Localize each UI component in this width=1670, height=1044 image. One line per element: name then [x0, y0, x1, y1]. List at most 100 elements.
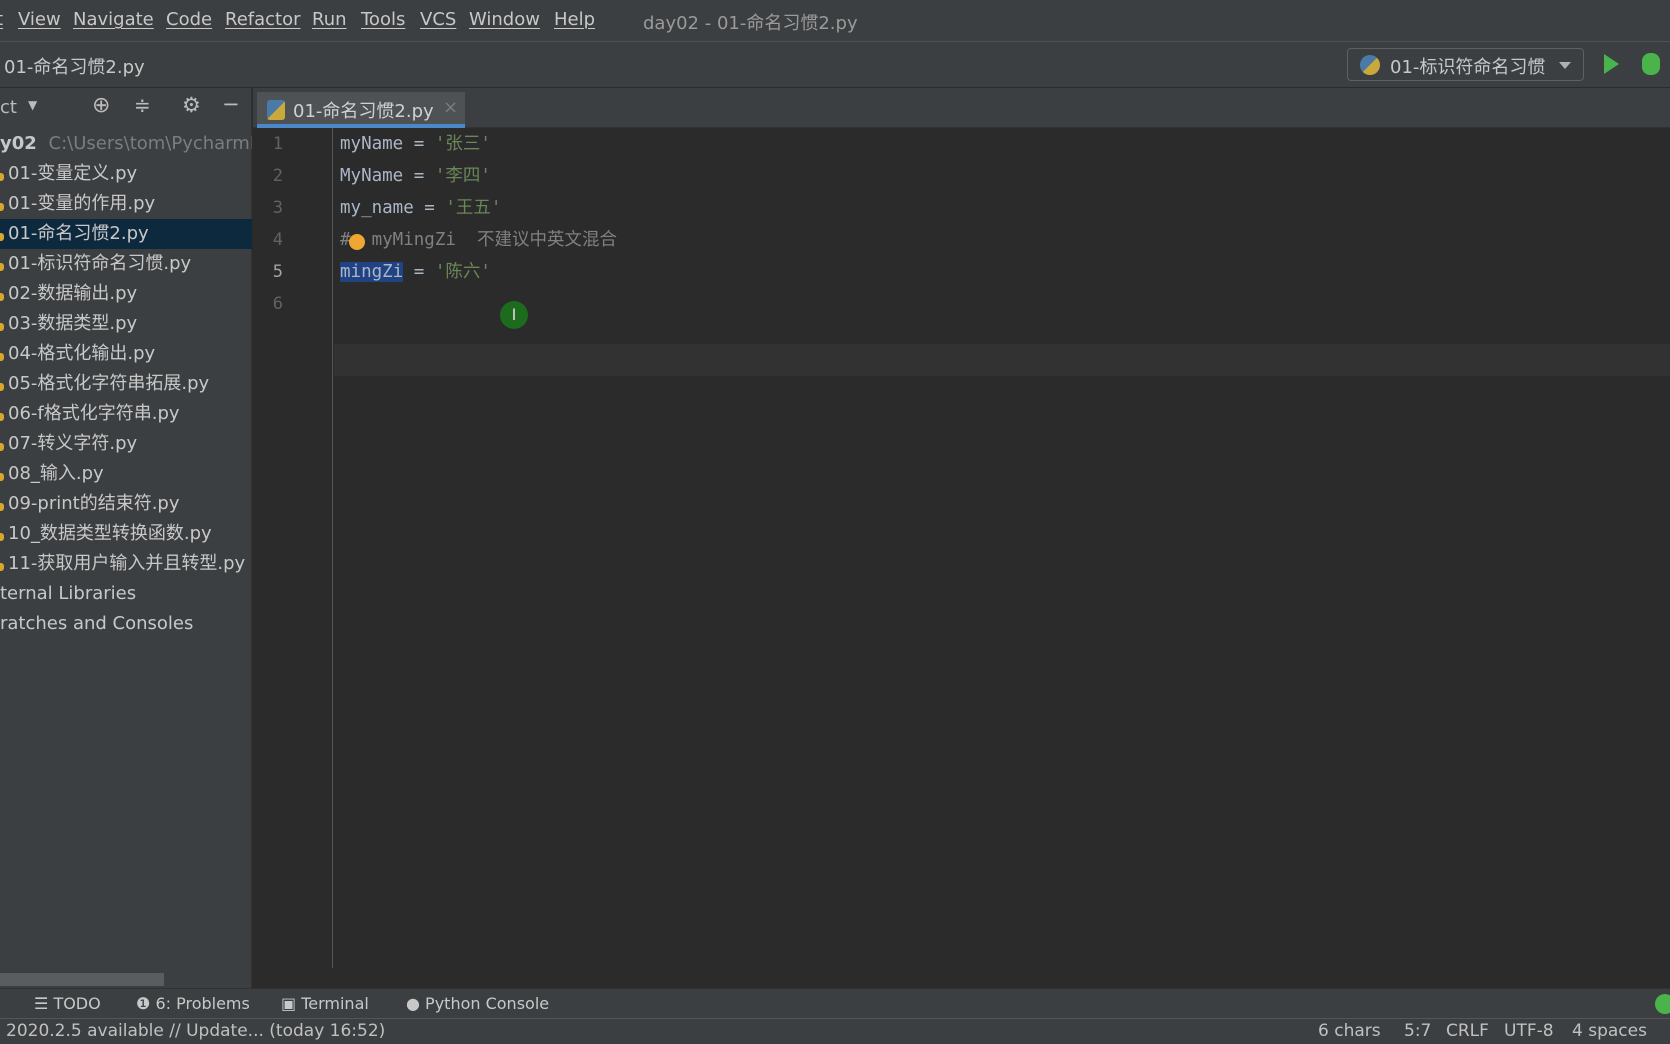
terminal-label: Terminal [301, 994, 369, 1013]
window-title: day02 - 01-命名习惯2.py [643, 13, 858, 34]
horizontal-scrollbar[interactable] [0, 973, 164, 986]
file-name: 09-print的结束符.py [8, 493, 180, 514]
file-name: 10_数据类型转换函数.py [8, 523, 212, 544]
menu-window[interactable]: Window [469, 9, 540, 30]
identifier: myName [340, 134, 404, 154]
indent-setting[interactable]: 4 spaces [1572, 1021, 1647, 1041]
menu-tools[interactable]: Tools [361, 9, 405, 30]
menu-help[interactable]: Help [554, 9, 595, 30]
file-name: 05-格式化字符串拓展.py [8, 373, 210, 394]
lightbulb-icon[interactable] [349, 234, 365, 250]
python-file-icon [0, 443, 4, 451]
todo-button[interactable]: ☰ TODO [34, 994, 101, 1013]
project-name: y02 [0, 133, 37, 154]
file-name: 02-数据输出.py [8, 283, 138, 304]
file-item[interactable]: 04-格式化输出.py [0, 339, 252, 369]
python-file-icon [0, 203, 4, 211]
code-line[interactable]: myName = '张三' [340, 128, 491, 160]
operator: = [403, 134, 435, 154]
chevron-down-icon[interactable]: ▼ [28, 98, 37, 112]
string-literal: '李四' [434, 166, 491, 186]
file-name: 01-变量的作用.py [8, 193, 156, 214]
menu-view[interactable]: View [18, 9, 61, 30]
update-notice[interactable]: 2020.2.5 available // Update... (today 1… [6, 1021, 385, 1041]
file-item[interactable]: 08_输入.py [0, 459, 252, 489]
file-item[interactable]: 10_数据类型转换函数.py [0, 519, 252, 549]
file-encoding[interactable]: UTF-8 [1504, 1021, 1554, 1041]
locate-icon[interactable]: ⊕ [92, 93, 110, 118]
debug-icon[interactable] [1642, 53, 1660, 75]
file-item[interactable]: 09-print的结束符.py [0, 489, 252, 519]
breadcrumb[interactable]: 01-命名习惯2.py [4, 53, 145, 79]
line-number: 6 [272, 294, 283, 314]
file-name: 03-数据类型.py [8, 313, 138, 334]
identifier: MyName [340, 166, 404, 186]
python-file-icon [0, 563, 4, 571]
code-line[interactable]: my_name = '王五' [340, 192, 501, 224]
menu-run[interactable]: Run [312, 9, 347, 30]
python-file-icon [0, 173, 4, 181]
run-config-selector[interactable]: 01-标识符命名习惯 [1347, 48, 1584, 81]
run-config-label: 01-标识符命名习惯 [1390, 57, 1546, 78]
menu-vcs[interactable]: VCS [420, 9, 456, 30]
tree-node[interactable]: ternal Libraries [0, 579, 252, 609]
tab-active-file[interactable]: 01-命名习惯2.py × [257, 92, 465, 128]
code-line[interactable]: MyName = '李四' [340, 160, 491, 192]
tree-node-label: ratches and Consoles [0, 613, 194, 634]
python-console-button[interactable]: ● Python Console [406, 994, 549, 1013]
terminal-button[interactable]: ▣ Terminal [281, 994, 369, 1013]
event-log-badge[interactable] [1655, 994, 1670, 1014]
file-item[interactable]: 01-标识符命名习惯.py [0, 249, 252, 279]
file-name: 08_输入.py [8, 463, 104, 484]
editor[interactable]: 01-命名习惯2.py × 123456 myName = '张三' MyName… [253, 88, 1670, 988]
file-item[interactable]: 11-获取用户输入并且转型.py [0, 549, 252, 579]
operator: = [403, 262, 435, 282]
python-file-icon [0, 383, 4, 391]
python-file-icon [0, 263, 4, 271]
file-item[interactable]: 01-变量的作用.py [0, 189, 252, 219]
comment: # myMingZi 不建议中英文混合 [340, 230, 617, 250]
file-name: 01-标识符命名习惯.py [8, 253, 192, 274]
project-view-selector[interactable]: ct [0, 97, 17, 118]
file-item[interactable]: 02-数据输出.py [0, 279, 252, 309]
line-separator[interactable]: CRLF [1446, 1021, 1489, 1041]
python-file-icon [0, 503, 4, 511]
current-line-highlight [334, 344, 1670, 376]
problems-button[interactable]: ❶ 6: Problems [136, 994, 250, 1013]
collapse-all-icon[interactable]: ≑ [134, 93, 151, 117]
todo-label: TODO [53, 994, 101, 1013]
python-file-icon [0, 293, 4, 301]
close-icon[interactable]: × [443, 97, 458, 118]
project-root[interactable]: y02 C:\Users\tom\PycharmPr [0, 129, 252, 159]
problems-label: 6: Problems [155, 994, 250, 1013]
gear-icon[interactable]: ⚙ [182, 93, 201, 117]
file-item[interactable]: 07-转义字符.py [0, 429, 252, 459]
tree-node[interactable]: ratches and Consoles [0, 609, 252, 639]
python-file-icon [0, 233, 4, 241]
file-item[interactable]: 05-格式化字符串拓展.py [0, 369, 252, 399]
code-line[interactable]: # myMingZi 不建议中英文混合 [340, 224, 617, 256]
minimize-icon[interactable]: − [222, 92, 240, 116]
caret-position[interactable]: 5:7 [1404, 1021, 1431, 1041]
menu-navigate[interactable]: Navigate [73, 9, 154, 30]
string-literal: '张三' [434, 134, 491, 154]
project-panel-header: ct ▼ ⊕ ≑ ⚙ − [0, 88, 252, 128]
menu-refactor[interactable]: Refactor [225, 9, 301, 30]
python-file-icon [0, 413, 4, 421]
operator: = [403, 166, 435, 186]
file-item[interactable]: 01-变量定义.py [0, 159, 252, 189]
file-item[interactable]: 01-命名习惯2.py [0, 219, 252, 249]
file-item[interactable]: 06-f格式化字符串.py [0, 399, 252, 429]
menu-code[interactable]: Code [166, 9, 212, 30]
line-number: 1 [272, 134, 283, 154]
status-bar: 2020.2.5 available // Update... (today 1… [0, 1018, 1670, 1044]
string-literal: '王五' [445, 198, 502, 218]
project-panel: ct ▼ ⊕ ≑ ⚙ − y02 C:\Users\tom\PycharmPr … [0, 88, 252, 988]
file-item[interactable]: 03-数据类型.py [0, 309, 252, 339]
code-line[interactable]: mingZi = '陈六' [340, 256, 491, 288]
python-icon [1360, 55, 1380, 75]
file-name: 11-获取用户输入并且转型.py [8, 553, 246, 574]
run-icon[interactable] [1604, 54, 1619, 74]
line-number: 2 [272, 166, 283, 186]
menu-edit[interactable]: t [0, 9, 3, 30]
